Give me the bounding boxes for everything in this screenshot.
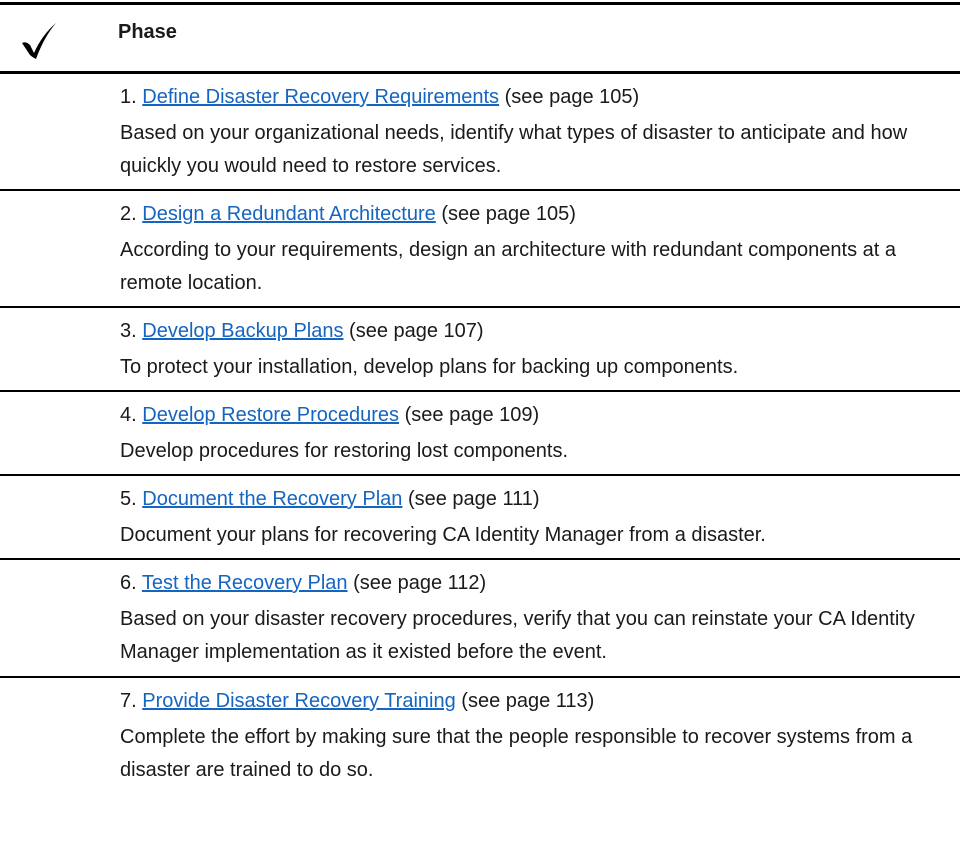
row-number: 5. xyxy=(120,488,137,510)
link-test-recovery-plan[interactable]: Test the Recovery Plan xyxy=(142,572,348,594)
row-title: 7. Provide Disaster Recovery Training (s… xyxy=(120,678,940,716)
row-title: 3. Develop Backup Plans (see page 107) xyxy=(120,308,940,346)
row-description: According to your requirements, design a… xyxy=(120,239,896,294)
page-reference: (see page 107) xyxy=(349,320,484,342)
row-title: 2. Design a Redundant Architecture (see … xyxy=(120,191,940,229)
row-title: 6. Test the Recovery Plan (see page 112) xyxy=(120,560,940,598)
row-number: 3. xyxy=(120,320,137,342)
row-title: 4. Develop Restore Procedures (see page … xyxy=(120,392,940,430)
row-description: Document your plans for recovering CA Id… xyxy=(120,524,766,546)
table-row: 2. Design a Redundant Architecture (see … xyxy=(0,191,960,308)
row-title: 1. Define Disaster Recovery Requirements… xyxy=(120,74,940,112)
link-design-architecture[interactable]: Design a Redundant Architecture xyxy=(142,203,436,225)
table-row: 5. Document the Recovery Plan (see page … xyxy=(0,476,960,560)
table-row: 3. Develop Backup Plans (see page 107) T… xyxy=(0,308,960,392)
row-number: 6. xyxy=(120,572,137,594)
link-define-requirements[interactable]: Define Disaster Recovery Requirements xyxy=(142,86,499,108)
row-number: 4. xyxy=(120,404,137,426)
page-reference: (see page 105) xyxy=(441,203,576,225)
table-row: 7. Provide Disaster Recovery Training (s… xyxy=(0,678,960,796)
link-document-recovery-plan[interactable]: Document the Recovery Plan xyxy=(142,488,402,510)
row-number: 2. xyxy=(120,203,137,225)
checkmark-icon xyxy=(22,23,56,59)
row-description: Complete the effort by making sure that … xyxy=(120,726,913,781)
table-header: Phase xyxy=(0,2,960,74)
row-title: 5. Document the Recovery Plan (see page … xyxy=(120,476,940,514)
table-row: 4. Develop Restore Procedures (see page … xyxy=(0,392,960,476)
row-description: Develop procedures for restoring lost co… xyxy=(120,440,569,462)
row-description: Based on your disaster recovery procedur… xyxy=(120,608,915,663)
row-number: 1. xyxy=(120,86,137,108)
page-reference: (see page 111) xyxy=(407,488,540,510)
page-reference: (see page 113) xyxy=(461,690,595,712)
link-provide-training[interactable]: Provide Disaster Recovery Training xyxy=(142,690,455,712)
row-description: To protect your installation, develop pl… xyxy=(120,356,739,378)
page-reference: (see page 109) xyxy=(404,404,540,426)
page-reference: (see page 105) xyxy=(504,86,640,108)
phase-column-header: Phase xyxy=(118,21,177,43)
table-row: 6. Test the Recovery Plan (see page 112)… xyxy=(0,560,960,678)
row-number: 7. xyxy=(120,690,137,712)
page-reference: (see page 112) xyxy=(353,572,487,594)
table-row: 1. Define Disaster Recovery Requirements… xyxy=(0,74,960,191)
link-develop-restore-procedures[interactable]: Develop Restore Procedures xyxy=(142,404,399,426)
row-description: Based on your organizational needs, iden… xyxy=(120,122,908,177)
link-develop-backup-plans[interactable]: Develop Backup Plans xyxy=(142,320,343,342)
phase-table: Phase 1. Define Disaster Recovery Requir… xyxy=(0,0,960,796)
